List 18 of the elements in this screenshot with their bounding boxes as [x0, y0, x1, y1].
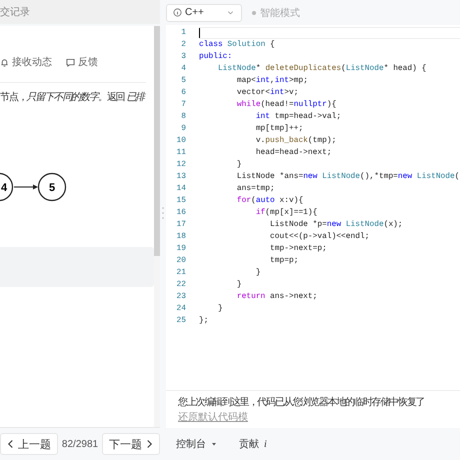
problem-counter: 82/2981: [62, 438, 98, 450]
chevron-right-icon: [146, 439, 153, 449]
restore-notice: 您上次编辑到这里，代码已从您浏览器本地的临时存储中恢复了: [178, 396, 424, 409]
contribute-button[interactable]: 贡献 i: [235, 437, 271, 451]
action-button[interactable]: 反馈: [66, 55, 98, 69]
info-icon: [173, 8, 182, 17]
chevron-left-icon: [7, 439, 14, 449]
caret-icon: [211, 441, 217, 447]
next-button[interactable]: 下一题: [102, 433, 160, 455]
action-button[interactable]: 接收动态: [0, 55, 52, 69]
bell-icon: [0, 58, 9, 66]
comment-icon: [66, 58, 75, 66]
linked-list-drawing: 4 5: [0, 167, 154, 207]
problem-description: 节点，只留下不同的数字。返回 已排: [0, 90, 147, 104]
language-dropdown[interactable]: C++: [166, 4, 242, 22]
scrollbar-thumb[interactable]: [154, 26, 160, 256]
console-button[interactable]: 控制台: [172, 437, 221, 451]
prev-button[interactable]: 上一题: [0, 433, 58, 455]
